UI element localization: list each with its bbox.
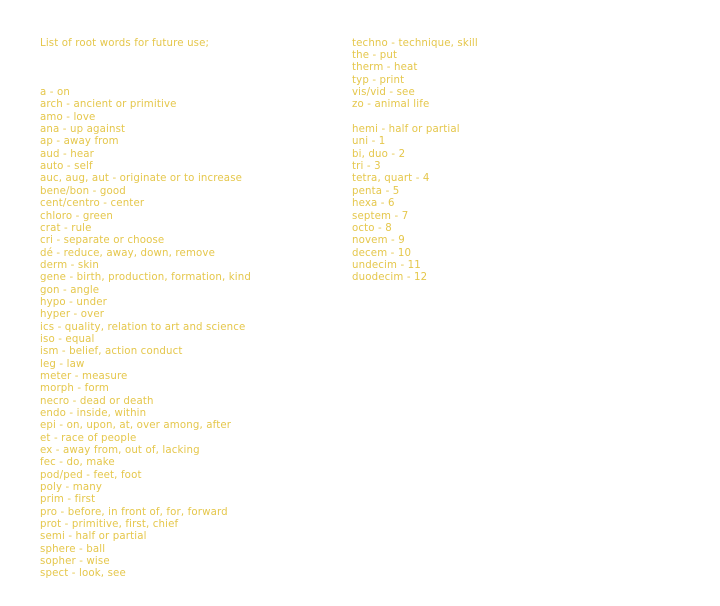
root-word-line: amo - love bbox=[40, 111, 96, 123]
root-word-line: iso - equal bbox=[40, 333, 95, 345]
root-word-line: aud - hear bbox=[40, 148, 94, 160]
root-word-line: spect - look, see bbox=[40, 568, 126, 580]
root-word-line: epi - on, upon, at, over among, after bbox=[40, 420, 232, 432]
root-word-line: hyper - over bbox=[40, 309, 105, 321]
right-text-column: techno - technique, skill the - put therm … bbox=[352, 13, 478, 309]
root-word-line: prot - primitive, first, chief bbox=[40, 519, 179, 531]
root-word-line: undecim - 11 bbox=[352, 259, 421, 271]
root-word-line: a - on bbox=[40, 87, 70, 99]
root-word-line: penta - 5 bbox=[352, 185, 400, 197]
root-word-line: vis/vid - see bbox=[352, 87, 415, 99]
root-word-line: duodecim - 12 bbox=[352, 272, 428, 284]
root-word-line: uni - 1 bbox=[352, 136, 386, 148]
root-word-line: poly - many bbox=[40, 482, 103, 494]
list-heading: List of root words for future use; bbox=[40, 37, 210, 49]
spacer-line bbox=[40, 75, 251, 87]
root-word-line: typ - print bbox=[352, 74, 405, 86]
root-word-line: sphere - ball bbox=[40, 543, 106, 555]
root-word-line: tri - 3 bbox=[352, 161, 381, 173]
root-word-line: auc, aug, aut - originate or to increase bbox=[40, 173, 243, 185]
root-word-line: auto - self bbox=[40, 161, 93, 173]
root-word-line: ism - belief, action conduct bbox=[40, 346, 183, 358]
slide-canvas: List of root words for future use; a - o… bbox=[0, 0, 720, 579]
root-word-line: crat - rule bbox=[40, 222, 92, 234]
root-word-line: et - race of people bbox=[40, 432, 137, 444]
root-word-line: hexa - 6 bbox=[352, 198, 395, 210]
root-word-line: techno - technique, skill bbox=[352, 37, 478, 49]
root-word-line: novem - 9 bbox=[352, 235, 405, 247]
root-word-line: semi - half or partial bbox=[40, 531, 147, 543]
root-word-line: necro - dead or death bbox=[40, 395, 154, 407]
root-word-line: cent/centro - center bbox=[40, 198, 145, 210]
spacer-line bbox=[352, 112, 478, 124]
root-word-line: zo - animal life bbox=[352, 99, 430, 111]
root-word-line: leg - law bbox=[40, 358, 85, 370]
root-word-line: prim - first bbox=[40, 494, 96, 506]
root-word-line: hemi - half or partial bbox=[352, 124, 460, 136]
root-word-line: bene/bon - good bbox=[40, 185, 126, 197]
root-word-line: hypo - under bbox=[40, 296, 107, 308]
root-word-line: ap - away from bbox=[40, 136, 119, 148]
left-root-word-list: a - on arch - ancient or primitive amo - l… bbox=[40, 75, 251, 581]
root-word-line: pod/ped - feet, foot bbox=[40, 469, 142, 481]
root-word-line: gon - angle bbox=[40, 284, 100, 296]
root-word-line: therm - heat bbox=[352, 62, 418, 74]
root-word-line: ana - up against bbox=[40, 124, 126, 136]
root-word-line: gene - birth, production, formation, kin… bbox=[40, 272, 251, 284]
root-word-line: tetra, quart - 4 bbox=[352, 173, 430, 185]
root-word-line: endo - inside, within bbox=[40, 408, 147, 419]
root-word-line: fec - do, make bbox=[40, 457, 115, 469]
root-word-line: octo - 8 bbox=[352, 222, 392, 234]
root-word-line: cri - separate or choose bbox=[40, 235, 165, 247]
root-word-line: septem - 7 bbox=[352, 210, 409, 222]
right-root-word-list: techno - technique, skill the - put therm … bbox=[352, 38, 478, 285]
root-word-line: bi, duo - 2 bbox=[352, 148, 406, 160]
root-word-line: ex - away from, out of, lacking bbox=[40, 445, 200, 457]
root-word-line: meter - measure bbox=[40, 370, 128, 382]
root-word-line: pro - before, in front of, for, forward bbox=[40, 506, 228, 518]
root-word-line: arch - ancient or primitive bbox=[40, 99, 177, 111]
root-word-line: morph - form bbox=[40, 383, 109, 395]
root-word-line: dé - reduce, away, down, remove bbox=[40, 247, 216, 259]
root-word-line: decem - 10 bbox=[352, 247, 412, 259]
root-word-line: sopher - wise bbox=[40, 556, 110, 568]
root-word-line: the - put bbox=[352, 50, 398, 62]
left-text-column: List of root words for future use; a - o… bbox=[40, 13, 251, 606]
root-word-line: chloro - green bbox=[40, 210, 113, 222]
root-word-line: derm - skin bbox=[40, 259, 99, 271]
root-word-line: ics - quality, relation to art and scien… bbox=[40, 321, 246, 333]
